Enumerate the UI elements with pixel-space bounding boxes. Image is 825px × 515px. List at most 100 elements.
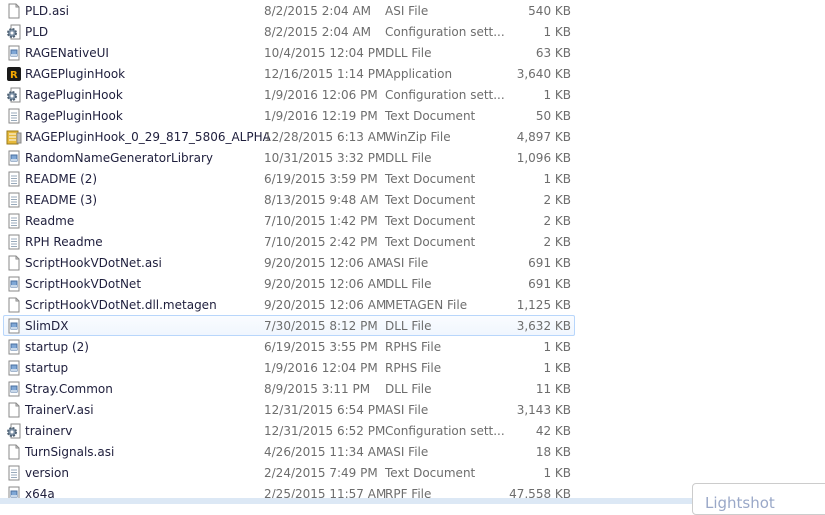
file-size: 2 KB: [543, 214, 571, 228]
dll-file-icon: [6, 45, 22, 61]
file-date: 8/9/2015 3:11 PM: [264, 382, 371, 396]
file-date: 12/16/2015 1:14 PM: [264, 67, 386, 81]
file-type: Text Document: [385, 235, 476, 249]
file-size: 1 KB: [543, 361, 571, 375]
file-name: PLD.asi: [25, 4, 69, 18]
lightshot-title: Lightshot: [705, 494, 775, 512]
file-row[interactable]: README (2) 6/19/2015 3:59 PM Text Document…: [3, 168, 575, 189]
file-row[interactable]: startup (2) 6/19/2015 3:55 PM RPHS File 1 K…: [3, 336, 575, 357]
file-name: RAGENativeUI: [25, 46, 109, 60]
file-type: ASI File: [385, 403, 429, 417]
file-name: RandomNameGeneratorLibrary: [25, 151, 213, 165]
text-file-icon: [6, 192, 22, 208]
file-row[interactable]: RAGEPluginHook_0_29_817_5806_ALPHA 12/28/…: [3, 126, 575, 147]
file-date: 2/24/2015 7:49 PM: [264, 466, 378, 480]
file-name: ScriptHookVDotNet: [25, 277, 142, 291]
file-row[interactable]: Stray.Common 8/9/2015 3:11 PM DLL File 11 K…: [3, 378, 575, 399]
file-row[interactable]: RagePluginHook 1/9/2016 12:06 PM Configura…: [3, 84, 575, 105]
file-name: PLD: [25, 25, 49, 39]
file-type: Text Document: [385, 214, 476, 228]
file-date: 8/2/2015 2:04 AM: [264, 25, 372, 39]
file-size: 50 KB: [535, 109, 571, 123]
file-size: 2 KB: [543, 193, 571, 207]
file-file-icon: [6, 402, 22, 418]
file-size: 1,125 KB: [516, 298, 571, 312]
file-row[interactable]: PLD 8/2/2015 2:04 AM Configuration sett...…: [3, 21, 575, 42]
file-row[interactable]: R RAGEPluginHook 12/16/2015 1:14 PM Applica…: [3, 63, 575, 84]
file-row[interactable]: RagePluginHook 1/9/2016 12:19 PM Text Docu…: [3, 105, 575, 126]
file-type: RPHS File: [385, 361, 442, 375]
file-type: DLL File: [385, 46, 432, 60]
dll-file-icon: [6, 360, 22, 376]
file-size: 3,632 KB: [516, 319, 571, 333]
file-row[interactable]: Readme 7/10/2015 1:42 PM Text Document 2 KB: [3, 210, 575, 231]
file-date: 7/10/2015 2:42 PM: [264, 235, 378, 249]
file-file-icon: [6, 297, 22, 313]
file-date: 12/31/2015 6:52 PM: [264, 424, 386, 438]
dll-file-icon: [6, 276, 22, 292]
file-type: ASI File: [385, 256, 429, 270]
file-row[interactable]: trainerv 12/31/2015 6:52 PM Configuration …: [3, 420, 575, 441]
file-size: 2 KB: [543, 235, 571, 249]
text-file-icon: [6, 234, 22, 250]
app-file-icon: R: [6, 66, 22, 82]
file-row[interactable]: README (3) 8/13/2015 9:48 AM Text Document…: [3, 189, 575, 210]
file-row[interactable]: TurnSignals.asi 4/26/2015 11:34 AM ASI Fil…: [3, 441, 575, 462]
file-row[interactable]: TrainerV.asi 12/31/2015 6:54 PM ASI File 3,…: [3, 399, 575, 420]
file-size: 1 KB: [543, 172, 571, 186]
zip-file-icon: [6, 129, 22, 145]
dll-file-icon: [6, 339, 22, 355]
file-type: ASI File: [385, 445, 429, 459]
file-name: SlimDX: [25, 319, 69, 333]
file-name: README (2): [25, 172, 98, 186]
file-type: DLL File: [385, 151, 432, 165]
file-row[interactable]: PLD.asi 8/2/2015 2:04 AM ASI File 540 KB: [3, 0, 575, 21]
file-type: WinZip File: [385, 130, 451, 144]
file-size: 691 KB: [528, 256, 571, 270]
config-file-icon: [6, 423, 22, 439]
file-date: 9/20/2015 12:06 AM: [264, 256, 387, 270]
dll-file-icon: [6, 318, 22, 334]
file-date: 7/10/2015 1:42 PM: [264, 214, 378, 228]
file-name: README (3): [25, 193, 98, 207]
file-file-icon: [6, 3, 22, 19]
file-size: 4,897 KB: [516, 130, 571, 144]
file-size: 540 KB: [528, 4, 571, 18]
file-size: 18 KB: [535, 445, 571, 459]
file-name: Readme: [25, 214, 75, 228]
file-size: 691 KB: [528, 277, 571, 291]
file-date: 1/9/2016 12:19 PM: [264, 109, 378, 123]
file-row[interactable]: ScriptHookVDotNet 9/20/2015 12:06 AM DLL F…: [3, 273, 575, 294]
file-row[interactable]: RandomNameGeneratorLibrary 10/31/2015 3:3…: [3, 147, 575, 168]
file-row[interactable]: RPH Readme 7/10/2015 2:42 PM Text Document…: [3, 231, 575, 252]
file-row[interactable]: SlimDX 7/30/2015 8:12 PM DLL File 3,632 KB: [3, 315, 575, 336]
file-row[interactable]: ScriptHookVDotNet.dll.metagen 9/20/2015 1…: [3, 294, 575, 315]
file-date: 10/31/2015 3:32 PM: [264, 151, 386, 165]
file-file-icon: [6, 444, 22, 460]
file-row[interactable]: ScriptHookVDotNet.asi 9/20/2015 12:06 AM A…: [3, 252, 575, 273]
file-type: ASI File: [385, 4, 429, 18]
config-file-icon: [6, 87, 22, 103]
file-row[interactable]: RAGENativeUI 10/4/2015 12:04 PM DLL File 63…: [3, 42, 575, 63]
file-date: 1/9/2016 12:06 PM: [264, 88, 378, 102]
file-size: 1 KB: [543, 88, 571, 102]
file-date: 7/30/2015 8:12 PM: [264, 319, 378, 333]
file-name: RAGEPluginHook_0_29_817_5806_ALPHA: [25, 130, 271, 144]
file-type: Configuration sett...: [385, 424, 505, 438]
file-name: Stray.Common: [25, 382, 113, 396]
file-date: 6/19/2015 3:59 PM: [264, 172, 378, 186]
text-file-icon: [6, 171, 22, 187]
file-name: startup: [25, 361, 69, 375]
file-type: RPHS File: [385, 340, 442, 354]
file-name: ScriptHookVDotNet.asi: [25, 256, 162, 270]
file-size: 11 KB: [535, 382, 571, 396]
text-file-icon: [6, 108, 22, 124]
text-file-icon: [6, 465, 22, 481]
file-size: 3,640 KB: [516, 67, 571, 81]
file-date: 8/13/2015 9:48 AM: [264, 193, 379, 207]
file-date: 12/28/2015 6:13 AM: [264, 130, 387, 144]
file-name: trainerv: [25, 424, 73, 438]
file-row[interactable]: version 2/24/2015 7:49 PM Text Document 1 K…: [3, 462, 575, 483]
lightshot-popup[interactable]: Lightshot: [692, 483, 825, 515]
file-row[interactable]: startup 1/9/2016 12:04 PM RPHS File 1 KB: [3, 357, 575, 378]
